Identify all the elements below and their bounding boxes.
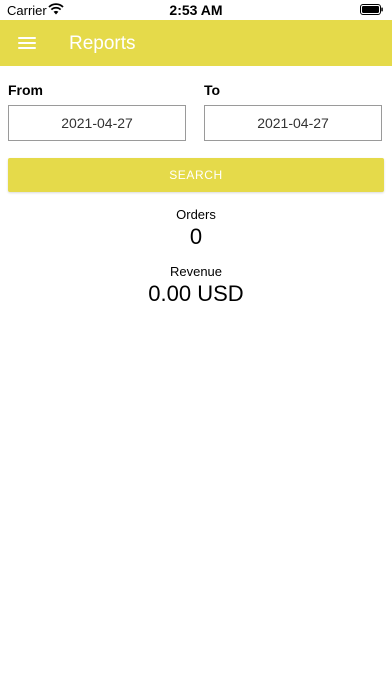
orders-label: Orders [176, 207, 216, 222]
hamburger-menu-icon[interactable] [12, 30, 42, 56]
from-label: From [8, 82, 43, 98]
to-date-field[interactable]: 2021-04-27 [204, 105, 382, 141]
status-bar: Carrier 2:53 AM [0, 0, 392, 20]
revenue-label: Revenue [169, 264, 223, 279]
to-label: To [204, 82, 221, 98]
from-date-field[interactable]: 2021-04-27 [8, 105, 186, 141]
app-bar: Reports [0, 20, 392, 66]
page-title: Reports [69, 33, 136, 54]
revenue-value: 0.00 USD [148, 281, 244, 306]
orders-value: 0 [189, 224, 203, 249]
battery-icon [360, 4, 383, 15]
search-button[interactable]: SEARCH [8, 158, 384, 192]
status-time: 2:53 AM [169, 2, 223, 18]
